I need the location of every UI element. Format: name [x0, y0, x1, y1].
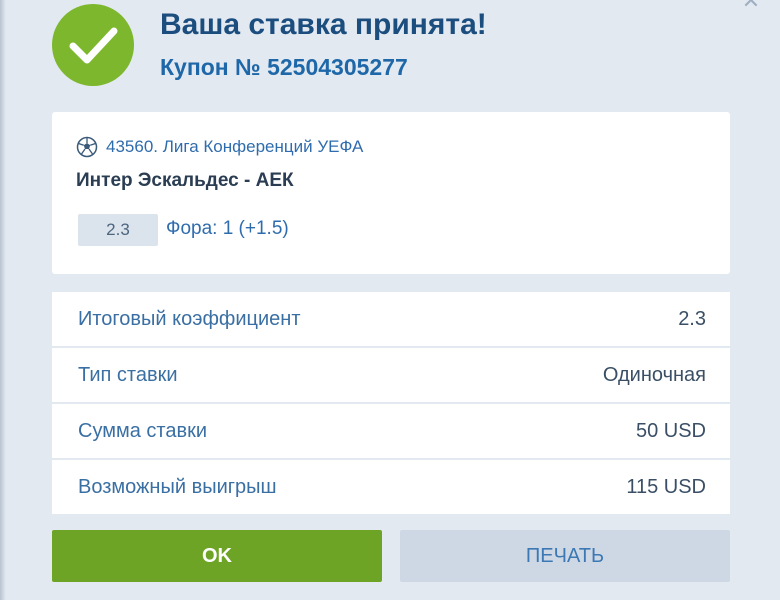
summary-row-total-odds: Итоговый коэффициент 2.3: [52, 292, 730, 346]
bet-confirmation-dialog: ✕ Ваша ставка принята! Купон № 525043052…: [0, 0, 780, 600]
dialog-shadow-edge: [0, 0, 6, 600]
event-card: 43560. Лига Конференций УЕФА Интер Эскал…: [52, 112, 730, 274]
print-button[interactable]: ПЕЧАТЬ: [400, 530, 730, 582]
ok-button[interactable]: OK: [52, 530, 382, 582]
close-icon[interactable]: ✕: [736, 0, 766, 12]
dialog-title: Ваша ставка принята!: [160, 8, 487, 41]
coupon-number: Купон № 52504305277: [160, 54, 408, 80]
match-title: Интер Эскальдес - АЕК: [76, 170, 294, 191]
summary-label: Сумма ставки: [78, 419, 208, 442]
summary-value: 50 USD: [635, 419, 706, 442]
bet-selection: Фора: 1 (+1.5): [166, 218, 289, 239]
league-name: 43560. Лига Конференций УЕФА: [106, 137, 364, 156]
league-line: 43560. Лига Конференций УЕФА: [76, 136, 363, 158]
odds-badge: 2.3: [78, 214, 158, 246]
soccer-ball-icon: [76, 136, 98, 158]
summary-value: 115 USD: [626, 475, 706, 498]
bet-summary: Итоговый коэффициент 2.3 Тип ставки Один…: [52, 292, 730, 516]
summary-row-bet-type: Тип ставки Одиночная: [52, 348, 730, 402]
summary-row-stake: Сумма ставки 50 USD: [52, 404, 730, 458]
checkmark-success-icon: [52, 4, 134, 86]
summary-value: Одиночная: [602, 363, 706, 386]
summary-value: 2.3: [678, 307, 706, 330]
summary-label: Итоговый коэффициент: [78, 307, 301, 330]
summary-label: Возможный выигрыш: [78, 475, 277, 498]
summary-row-possible-win: Возможный выигрыш 115 USD: [52, 460, 730, 514]
summary-label: Тип ставки: [78, 363, 178, 386]
